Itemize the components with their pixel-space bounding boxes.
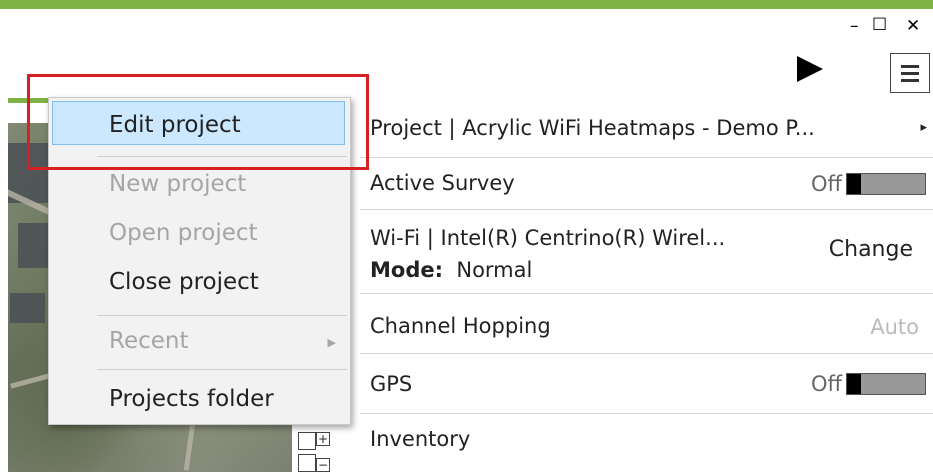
menu-item-open-project[interactable]: Open project: [109, 220, 258, 246]
menu-item-close-project[interactable]: Close project: [109, 269, 259, 295]
menu-item-edit-project[interactable]: Edit project: [109, 112, 241, 138]
menu-item-recent[interactable]: Recent: [109, 328, 189, 354]
menu-separator: [97, 315, 347, 316]
active-survey-state: Off: [811, 172, 842, 196]
inventory-row[interactable]: Inventory: [360, 414, 933, 454]
change-button[interactable]: Change: [829, 237, 913, 262]
mode-value: Normal: [456, 258, 533, 282]
toggle-switch[interactable]: [846, 173, 926, 195]
context-menu: Edit project New project Open project Cl…: [48, 97, 351, 425]
wifi-adapter-label: Wi-Fi | Intel(R) Centrino(R) Wirel...: [370, 226, 726, 250]
side-panel: Project | Acrylic WiFi Heatmaps - Demo P…: [360, 103, 933, 454]
layer-checkbox[interactable]: [298, 432, 316, 450]
toggle-switch[interactable]: [846, 373, 926, 395]
gps-toggle[interactable]: Off: [811, 372, 926, 396]
close-button[interactable]: ✕: [906, 18, 920, 35]
mode-text: Mode: Normal: [370, 258, 532, 282]
menu-item-projects-folder[interactable]: Projects folder: [109, 386, 274, 412]
project-label: Project | Acrylic WiFi Heatmaps - Demo P…: [370, 116, 815, 140]
top-accent-bar: [0, 0, 933, 9]
channel-hopping-row: Channel Hopping Auto: [360, 294, 933, 354]
gps-row: GPS Off: [360, 354, 933, 414]
maximize-button[interactable]: ☐: [872, 17, 887, 34]
minimize-button[interactable]: –: [850, 18, 859, 35]
inventory-label: Inventory: [370, 427, 471, 451]
wifi-row: Wi-Fi | Intel(R) Centrino(R) Wirel... Mo…: [360, 210, 933, 294]
gps-label: GPS: [370, 372, 413, 396]
zoom-in-button[interactable]: +: [316, 432, 330, 446]
map-zoom-controls: + −: [298, 432, 354, 472]
chevron-right-icon: ▸: [920, 120, 927, 135]
channel-hopping-label: Channel Hopping: [370, 314, 551, 338]
mode-key: Mode:: [370, 258, 443, 282]
menu-separator: [97, 369, 347, 370]
menu-separator: [97, 156, 347, 157]
active-survey-toggle[interactable]: Off: [811, 172, 926, 196]
chevron-right-icon: ▶: [327, 336, 336, 349]
project-row[interactable]: Project | Acrylic WiFi Heatmaps - Demo P…: [360, 103, 933, 158]
channel-hopping-value[interactable]: Auto: [870, 315, 919, 339]
play-icon[interactable]: [797, 56, 823, 82]
menu-item-new-project[interactable]: New project: [109, 171, 246, 197]
hamburger-menu-icon[interactable]: [890, 53, 930, 93]
gps-state: Off: [811, 372, 842, 396]
zoom-out-button[interactable]: −: [316, 458, 330, 472]
active-survey-row: Active Survey Off: [360, 158, 933, 210]
layer-checkbox-2[interactable]: [298, 454, 316, 472]
active-survey-label: Active Survey: [370, 171, 515, 195]
